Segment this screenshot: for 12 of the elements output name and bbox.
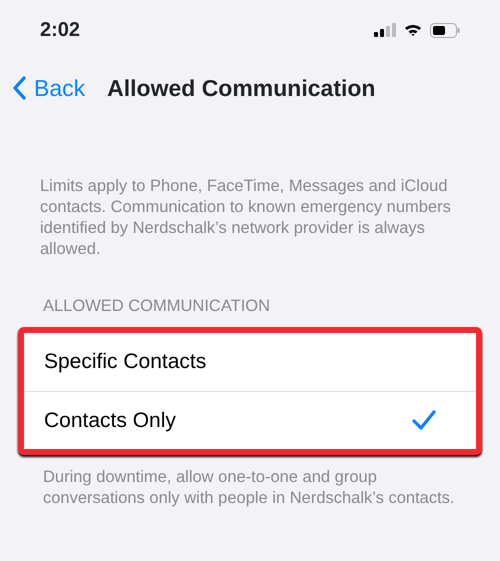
chevron-left-icon [12, 76, 26, 100]
option-row[interactable]: Specific Contacts [24, 332, 476, 391]
footer-text: During downtime, allow one-to-one and group conversations only with people in Nerdschalk’s contacts. [42, 466, 456, 509]
checkmark-icon [412, 410, 436, 430]
section-header: ALLOWED COMMUNICATION [42, 296, 272, 317]
wifi-icon [404, 23, 422, 37]
description-text: Limits apply to Phone, FaceTime, Messages and iCloud contacts. Communication to known emergency numbers identified by Nerdschalk’s network provider is always allowed. [39, 176, 452, 260]
signal-icon [374, 23, 396, 37]
status-time: 2:02 [40, 18, 80, 43]
page-title: Allowed Communication [107, 74, 376, 103]
option-row[interactable]: Contacts Only [24, 390, 476, 449]
battery-icon [430, 22, 460, 38]
